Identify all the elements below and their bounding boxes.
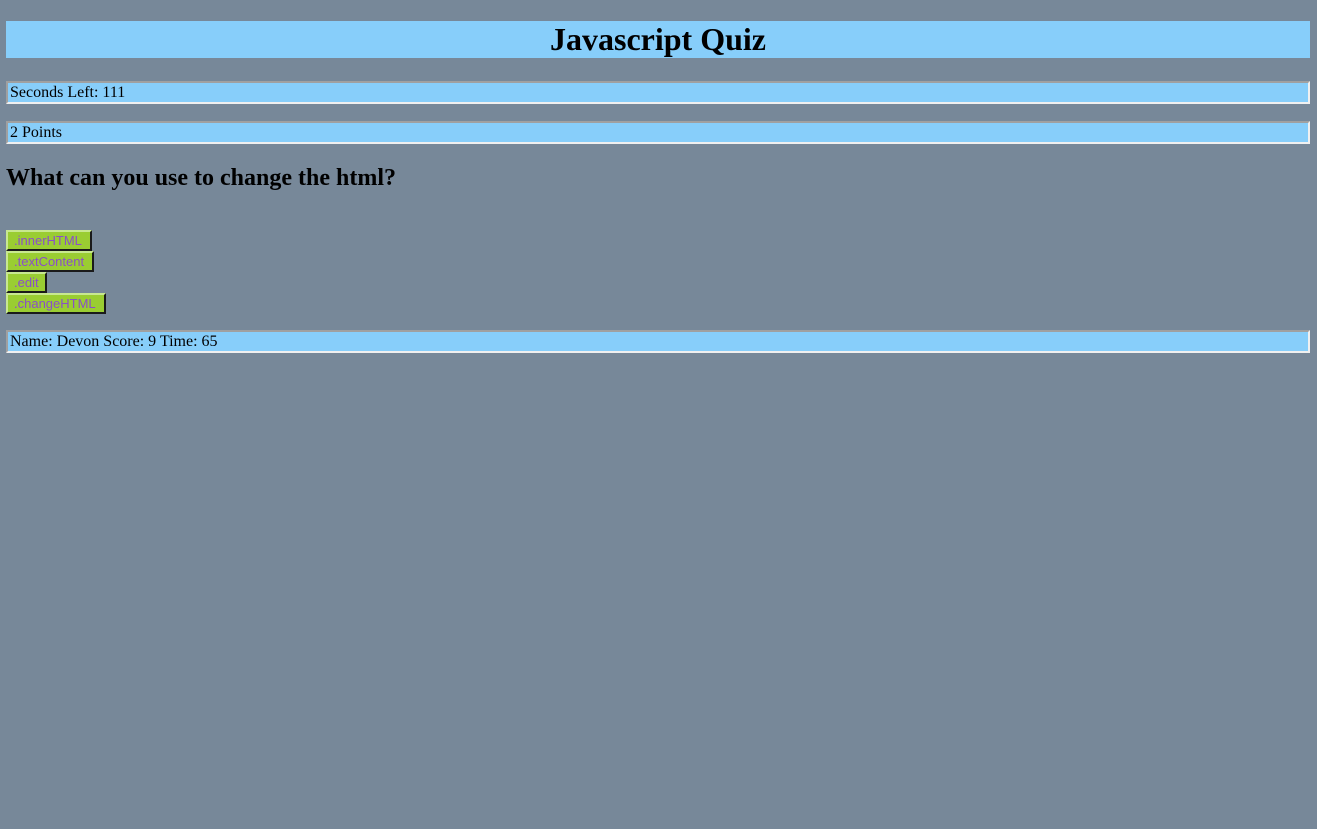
timer-display: Seconds Left: 111	[6, 81, 1310, 104]
answer-button-changehtml[interactable]: .changeHTML	[6, 293, 106, 314]
answer-button-textcontent[interactable]: .textContent	[6, 251, 94, 272]
answer-list: .innerHTML .textContent .edit .changeHTM…	[6, 230, 106, 314]
question-text: What can you use to change the html?	[6, 165, 397, 191]
answer-button-innerhtml[interactable]: .innerHTML	[6, 230, 92, 251]
page-title: Javascript Quiz	[6, 21, 1310, 58]
points-display: 2 Points	[6, 121, 1310, 144]
highscore-entry: Name: Devon Score: 9 Time: 65	[6, 330, 1310, 353]
answer-button-edit[interactable]: .edit	[6, 272, 47, 293]
